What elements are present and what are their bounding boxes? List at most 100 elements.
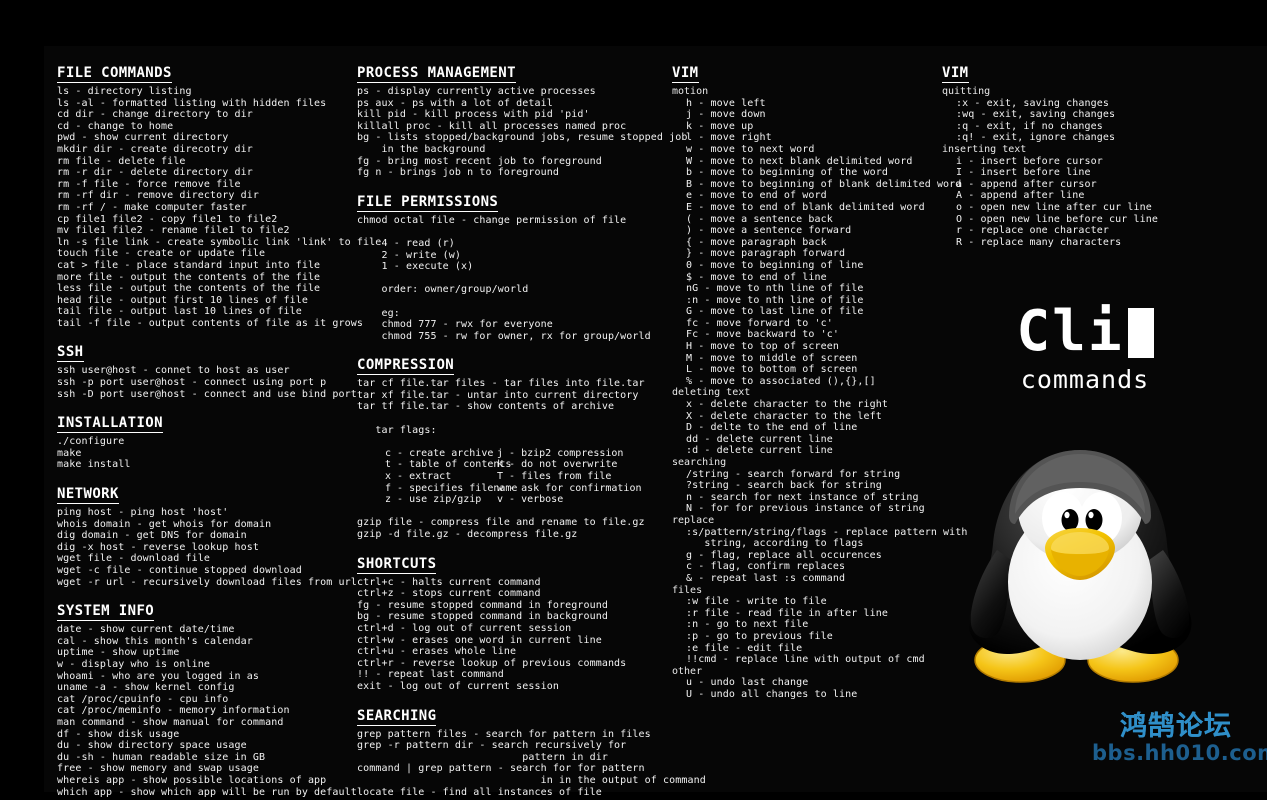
command-line: o - open new line after cur line — [956, 201, 1152, 213]
cli-commands-logo: Cli commands — [975, 303, 1195, 394]
command-line: O - open new line before cur line — [956, 213, 1158, 225]
command-list: ssh user@host - connet to host as user ss… — [57, 365, 357, 400]
command-line: dd - delete current line — [686, 433, 833, 445]
command-line: ?string - search back for string — [686, 480, 882, 492]
command-line: :q - exit, if no changes — [956, 120, 1103, 132]
section-title: INSTALLATION — [57, 415, 163, 434]
command-line: % - move to associated (),{},[] — [686, 375, 876, 387]
section-title: SEARCHING — [357, 707, 437, 726]
section-vim: VIM quitting:x - exit, saving changes:wq … — [942, 62, 1192, 248]
command-line: grep pattern files - search for pattern … — [357, 728, 651, 740]
block-cursor-icon — [1127, 308, 1154, 358]
command-line: wget -r url - recursively download files… — [57, 576, 357, 588]
command-line: in in the output of command — [357, 774, 706, 786]
section-file-permissions: FILE PERMISSIONS chmod octal file - chang… — [357, 191, 657, 343]
tar-flag-entry: j - bzip2 compression — [497, 447, 624, 459]
command-line: rm -r dir - delete directory dir — [57, 167, 253, 179]
section-network: NETWORK ping host - ping host 'host' whois… — [57, 483, 357, 588]
command-line: u - undo last change — [686, 677, 809, 689]
command-list: ls - directory listing ls -al - formatted… — [57, 86, 381, 329]
command-line: Fc - move backward to 'c' — [686, 329, 840, 341]
command-line: D - delte to the end of line — [686, 422, 858, 434]
command-line: df - show disk usage — [57, 728, 180, 740]
command-line: chmod octal file - change permission of … — [357, 214, 627, 226]
command-line: c - flag, confirm replaces — [686, 561, 846, 573]
command-line: bg - resume stopped command in backgroun… — [357, 611, 608, 623]
command-line: :r file - read file in after line — [686, 607, 888, 619]
section-file-commands: FILE COMMANDS ls - directory listing ls -a… — [57, 62, 381, 329]
command-line: locate file - find all instances of file — [357, 786, 602, 798]
command-list: tar cf file.tar files - tar files into f… — [357, 378, 657, 448]
command-line: wget -c file - continue stopped download — [57, 565, 302, 576]
command-line: } - move paragraph forward — [686, 248, 846, 260]
command-line: h - move left — [686, 97, 766, 109]
command-line: k - move up — [686, 120, 754, 132]
command-line: j - move down — [686, 109, 766, 121]
section-ssh: SSH ssh user@host - connet to host as use… — [57, 341, 357, 400]
tar-flag-entry: k - do not overwrite — [497, 459, 618, 471]
command-line: G - move to last line of file — [686, 306, 864, 318]
command-line: & - repeat last :s command — [686, 572, 846, 584]
command-line: n - search for next instance of string — [686, 491, 919, 503]
section-vim: VIM motion h - move left j - move down k - m… — [672, 62, 967, 700]
command-line: rm -rf dir - remove directory dir — [57, 190, 259, 202]
command-line: :q! - exit, ignore changes — [956, 132, 1116, 144]
command-line: :x - exit, saving changes — [956, 97, 1110, 109]
command-line: B - move to beginning of blank delimited… — [686, 178, 962, 190]
command-line: I - insert before line — [956, 167, 1091, 179]
command-line: 1 - execute (x) — [357, 261, 474, 273]
command-line: ssh -p port user@host - connect using po… — [57, 377, 327, 389]
tar-flag-entry: w - ask for confirmation — [497, 482, 642, 494]
logo-main-text: Cli — [1016, 299, 1124, 364]
command-line: command | grep pattern - search for for … — [357, 763, 645, 775]
section-searching: SEARCHING grep pattern files - search for… — [357, 705, 706, 799]
tar-flag-entry: v - verbose — [497, 494, 564, 506]
command-list: gzip file - compress file and rename to … — [357, 506, 657, 541]
command-line: fc - move forward to 'c' — [686, 317, 833, 329]
command-line: i - insert before cursor — [956, 155, 1103, 167]
command-list: ctrl+c - halts current command ctrl+z - s… — [357, 577, 657, 693]
command-line: M - move to middle of screen — [686, 352, 858, 364]
command-line: ctrl+r - reverse lookup of previous comm… — [357, 657, 627, 669]
watermark-cn-text: 鸿鹄论坛 — [1092, 712, 1260, 742]
command-line: tar flags: — [357, 424, 437, 436]
command-line: du - show directory space usage — [57, 740, 247, 752]
command-line: less file - output the contents of the f… — [57, 283, 321, 295]
command-line: b - move to beginning of the word — [686, 167, 888, 179]
command-line: cat > file - place standard input into f… — [57, 259, 321, 271]
command-line: head file - output first 10 lines of fil… — [57, 294, 308, 306]
command-list: date - show current date/time cal - show … — [57, 624, 357, 798]
section-title: PROCESS MANAGEMENT — [357, 65, 516, 83]
command-line: cat /proc/meminfo - memory information — [57, 705, 290, 717]
command-line: :n - go to next file — [686, 619, 809, 631]
section-title: SSH — [57, 344, 84, 363]
command-line: /string - search forward for string — [686, 468, 901, 480]
logo-sub-text: commands — [1020, 365, 1150, 394]
tar-flag-entry: f - specifies filename — [385, 482, 518, 494]
command-line: pattern in dir — [357, 751, 608, 763]
section-title: FILE COMMANDS — [57, 65, 172, 83]
watermark-url-text: bbs.hh010.com — [1092, 741, 1267, 765]
tar-flag-entry: c - create archive — [385, 447, 494, 459]
command-line: bg - lists stopped/background jobs, resu… — [357, 132, 688, 144]
command-list: chmod octal file - change permission of … — [357, 215, 657, 343]
command-list: :x - exit, saving changes:wq - exit, sav… — [942, 98, 1192, 144]
command-line: ( - move a sentence back — [686, 213, 833, 225]
command-line: ps aux - ps with a lot of detail — [357, 97, 553, 109]
command-line: tar xf file.tar - untar into current dir… — [357, 389, 639, 401]
command-line: in the background — [357, 143, 486, 155]
command-line: :p - go to previous file — [686, 630, 833, 642]
command-line: cp file1 file2 - copy file1 to file2 — [57, 213, 278, 225]
command-line: :n - move to nth line of file — [686, 294, 864, 306]
command-line — [357, 506, 657, 518]
command-line: :d - delete current line — [686, 445, 833, 457]
command-line: tail -f file - output contents of file a… — [57, 317, 364, 329]
tar-flag-entry: x - extract — [385, 471, 452, 483]
command-line: R - replace many characters — [956, 236, 1122, 248]
command-line: grep -r pattern dir - search recursively… — [357, 740, 627, 752]
column-vim-quitting: VIM quitting:x - exit, saving changes:wq … — [942, 62, 1192, 250]
command-list: ./configure make make install — [57, 436, 357, 471]
section-title: SYSTEM INFO — [57, 603, 155, 622]
command-line: ls - directory listing — [57, 86, 192, 97]
command-line: cd dir - change directory to dir — [57, 109, 253, 121]
